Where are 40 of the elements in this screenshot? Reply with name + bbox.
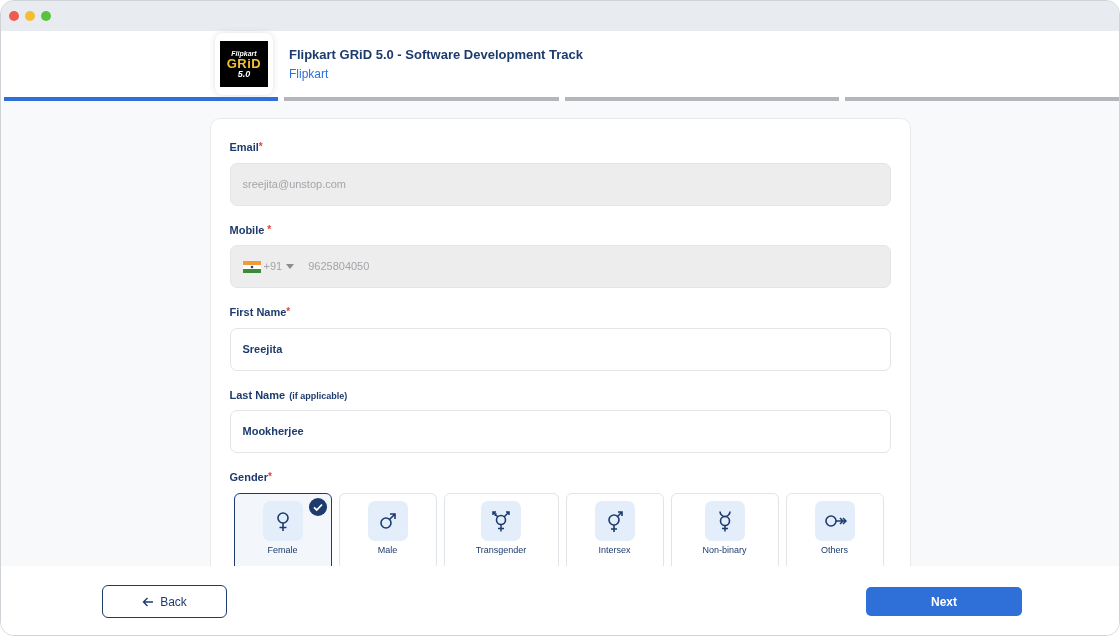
gender-option[interactable]: Female: [233, 492, 332, 566]
gender-option[interactable]: Non-binary: [670, 492, 779, 566]
input-field[interactable]: Sreejita: [229, 327, 891, 371]
field-label: Email: [229, 141, 259, 153]
gender-option[interactable]: Male: [338, 492, 437, 566]
option-label: Transgender: [475, 544, 527, 556]
check-icon: [308, 497, 327, 516]
field-label: Mobile: [229, 223, 265, 236]
arrow-left-icon: [142, 596, 155, 607]
close-window-control[interactable]: [9, 11, 19, 21]
field-value: Sreejita: [242, 341, 283, 357]
next-button[interactable]: Next: [866, 587, 1022, 616]
required-mark: *: [267, 223, 272, 235]
minimize-window-control[interactable]: [25, 11, 35, 21]
field-label: Last Name: [229, 388, 286, 401]
option-label: Non-binary: [702, 544, 747, 556]
gender-option[interactable]: Transgender: [443, 492, 559, 566]
flag-icon: [242, 260, 261, 273]
option-label: Male: [377, 544, 398, 556]
caret-icon: [286, 264, 295, 269]
option-label: Others: [821, 544, 848, 556]
field-value: sreejita@unstop.com: [242, 176, 346, 192]
required-mark: *: [286, 306, 291, 317]
transgender-symbol-icon: [489, 508, 513, 533]
maximize-window-control[interactable]: [41, 11, 51, 21]
gender-option[interactable]: Others: [785, 492, 884, 566]
input-field[interactable]: Mookherjee: [229, 410, 891, 453]
required-mark: *: [258, 141, 263, 152]
option-label: Female: [267, 544, 298, 556]
back-button[interactable]: Back: [102, 585, 227, 618]
field-label: First Name: [229, 306, 287, 318]
event-title: Flipkart GRiD 5.0 - Software Development Track: [289, 46, 584, 65]
gender-option[interactable]: Intersex: [565, 492, 664, 566]
field-value: 9625804050: [308, 259, 370, 275]
required-mark: *: [268, 471, 272, 482]
organizer-link[interactable]: Flipkart: [289, 64, 584, 83]
field-value: Mookherjee: [242, 424, 304, 440]
option-label: Intersex: [598, 544, 631, 556]
field-label: Gender: [229, 471, 268, 483]
field-hint: (if applicable): [289, 390, 348, 401]
